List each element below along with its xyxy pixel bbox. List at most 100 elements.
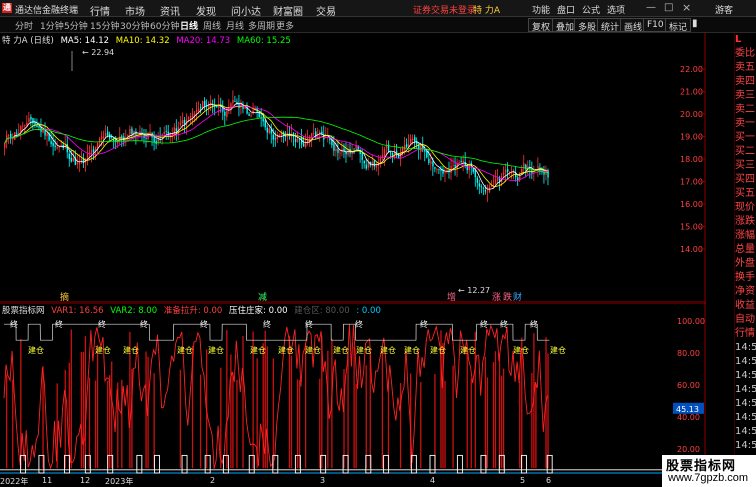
zhong-label: 终	[530, 319, 538, 329]
indicator-bar	[547, 353, 549, 469]
indicator-bar	[531, 373, 533, 469]
candle-body	[446, 170, 448, 171]
tab-15min[interactable]: 15分钟	[90, 19, 119, 32]
candle-body	[199, 106, 202, 108]
biaoji-button[interactable]: 标记	[665, 18, 692, 33]
menu-caifuquan[interactable]: 财富圈	[273, 3, 303, 18]
menu-zixun[interactable]: 资讯	[160, 3, 180, 18]
zhong-label: 终	[263, 319, 271, 329]
jiancang-label: 建仓	[333, 345, 349, 355]
candle-body	[153, 137, 155, 143]
candle-body	[32, 118, 34, 124]
candle-body	[367, 162, 369, 168]
candle-body	[302, 143, 305, 147]
sidebar-toggle-icon[interactable]: ▮	[692, 18, 698, 29]
tab-multi-period[interactable]: 多周期	[248, 19, 275, 32]
minimize-icon[interactable]: —	[646, 2, 656, 13]
tab-daily[interactable]: 日线	[180, 19, 198, 32]
side-item: 涨幅	[735, 230, 755, 241]
indicator-current-value: 45.13	[676, 405, 699, 414]
side-item: 买四	[735, 174, 755, 185]
menu-pankou[interactable]: 盘口	[557, 3, 575, 16]
side-auto-item[interactable]: 自动	[735, 313, 756, 327]
date-tick-label: 2	[210, 476, 216, 485]
menu-hangqing[interactable]: 行情	[90, 3, 110, 18]
tab-30min[interactable]: 30分钟	[120, 19, 149, 32]
tab-weekly[interactable]: 周线	[203, 19, 221, 32]
tab-1min[interactable]: 1分钟	[40, 19, 64, 32]
candle-body	[496, 177, 499, 181]
menu-shichang[interactable]: 市场	[125, 3, 145, 18]
indicator-tick-label: 100.00	[677, 317, 705, 326]
candle-body	[111, 137, 113, 139]
candle-body	[189, 116, 192, 119]
tab-more[interactable]: 更多	[276, 19, 294, 32]
side-auto-item[interactable]: 行情	[735, 327, 756, 341]
zhunbei-value: 准备拉升: 0.00	[163, 306, 223, 316]
candle-body	[294, 138, 297, 143]
tab-monthly[interactable]: 月线	[226, 19, 244, 32]
date-tick-label: 4	[430, 476, 436, 485]
candle-body	[197, 108, 200, 111]
price-tick-label: 19.00	[680, 133, 703, 142]
candle-body	[121, 136, 123, 138]
candle-body	[20, 126, 22, 133]
watermark-url: www.7gpzb.com	[668, 472, 749, 484]
menu-faxian[interactable]: 发现	[196, 3, 216, 18]
candle-body	[502, 172, 505, 175]
indicator-bar	[434, 374, 436, 469]
side-item: 现价	[735, 202, 755, 213]
maximize-icon[interactable]: □	[664, 2, 673, 13]
candle-body	[490, 185, 493, 187]
date-tick-label: 12	[80, 476, 91, 485]
indicator-bar	[272, 358, 274, 469]
menu-wenxiaoda[interactable]: 问小达	[231, 3, 261, 18]
guest-label[interactable]: 游客	[715, 3, 733, 16]
date-tick-label: 6	[546, 476, 552, 485]
indicator-bar	[466, 349, 468, 469]
candle-body	[355, 145, 357, 150]
candle-body	[434, 167, 436, 169]
menu-gongshi[interactable]: 公式	[582, 3, 600, 16]
candle-body	[250, 115, 252, 116]
indicator-bar	[304, 342, 307, 469]
indicator-bar	[347, 347, 349, 469]
fuquan-button[interactable]: 复权	[528, 18, 555, 33]
price-tick-label: 20.00	[680, 110, 703, 119]
indicator-bar	[452, 365, 454, 469]
tab-fenshi[interactable]: 分时	[15, 19, 33, 32]
price-tick-label: 15.00	[680, 223, 703, 232]
indicator-chart[interactable]: 建仓 建仓 建仓 建仓 建仓 建仓 建仓 建仓 建仓 建仓 建仓 建仓 建仓 建仓 建仓 建仓终终终终终终终终…	[0, 303, 706, 487]
candle-body	[274, 138, 277, 140]
candle-body	[216, 105, 218, 108]
jiancang-label: 建仓	[278, 345, 294, 355]
jiancang-label: 建仓	[250, 345, 266, 355]
candle-body	[16, 132, 18, 134]
candle-body	[203, 100, 206, 106]
menu-gongneng[interactable]: 功能	[532, 3, 550, 16]
side-time-item: 14:5	[735, 356, 756, 367]
date-tick-label: 11	[42, 476, 53, 485]
candle-body	[201, 101, 204, 108]
app-title: 通达信金融终端	[15, 6, 79, 16]
tab-5min[interactable]: 5分钟	[64, 19, 88, 32]
candle-body	[428, 158, 430, 163]
high-price-label: ← 22.94	[82, 48, 114, 57]
menu-xuanxiang[interactable]: 选项	[607, 3, 625, 16]
jiancang-label: 建仓	[123, 345, 139, 355]
app-logo: 通	[2, 3, 12, 13]
current-stock: 特 力A	[473, 6, 501, 16]
menu-jiaoyi[interactable]: 交易	[316, 3, 336, 18]
f10-button[interactable]: F10	[643, 18, 668, 32]
indicator-name[interactable]: 股票指标网	[2, 306, 45, 316]
candle-body	[375, 165, 378, 168]
candle-body	[80, 159, 83, 161]
event-marker: 财	[513, 291, 522, 303]
candle-body	[335, 148, 337, 152]
kline-chart[interactable]: 22.00 21.00 20.00 19.00 18.00 17.00 16.00 15.00…	[0, 33, 706, 303]
tab-60min[interactable]: 60分钟	[150, 19, 179, 32]
candle-body	[58, 146, 60, 148]
login-status[interactable]: 证券交易未登录	[413, 3, 476, 16]
close-icon[interactable]: ×	[682, 1, 691, 14]
candle-body	[234, 101, 236, 103]
